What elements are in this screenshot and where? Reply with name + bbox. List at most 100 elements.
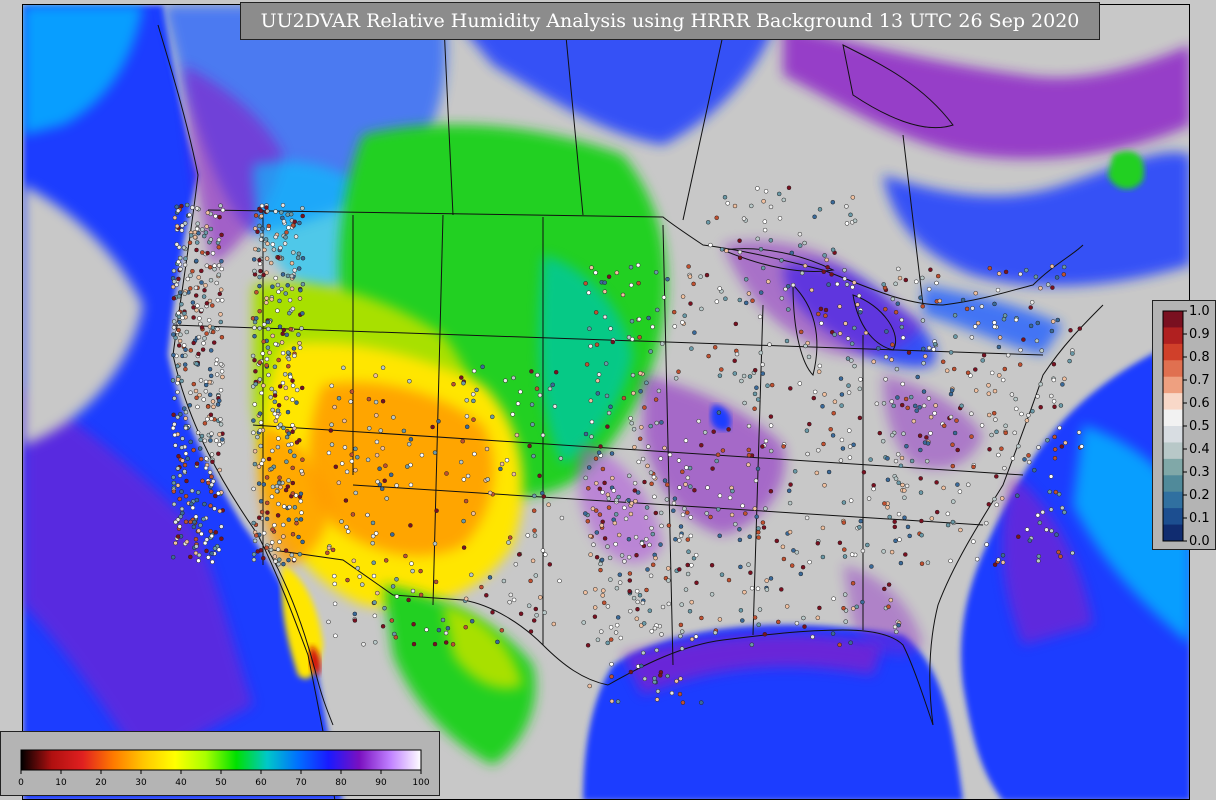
- station-dot: [1036, 554, 1042, 559]
- station-dot: [216, 491, 221, 496]
- station-dot: [648, 470, 654, 475]
- station-dot: [649, 481, 654, 487]
- station-dot: [220, 207, 226, 213]
- station-dot: [594, 342, 600, 347]
- station-dot: [285, 409, 291, 415]
- station-dot: [921, 360, 926, 366]
- station-dot: [178, 266, 183, 272]
- station-dot: [270, 448, 275, 454]
- station-dot: [774, 538, 780, 544]
- station-dot: [919, 518, 924, 524]
- station-dot: [182, 262, 188, 268]
- station-dot: [952, 313, 958, 318]
- station-dot: [627, 571, 633, 576]
- station-dot: [203, 389, 209, 394]
- station-dot: [210, 399, 216, 404]
- station-dot: [799, 270, 805, 276]
- station-dot: [858, 518, 864, 524]
- station-dot: [969, 434, 974, 439]
- station-dot: [1053, 489, 1059, 495]
- error-colorbar-swatch: [1163, 475, 1183, 493]
- station-dot: [299, 510, 304, 515]
- station-dot: [635, 262, 641, 268]
- station-dot: [388, 472, 394, 478]
- station-dot: [1052, 404, 1057, 410]
- station-dot: [275, 308, 280, 313]
- station-dot: [375, 590, 380, 596]
- station-dot: [196, 490, 201, 495]
- station-dot: [259, 203, 265, 209]
- station-dot: [955, 482, 960, 487]
- station-dot: [204, 456, 209, 461]
- station-dot: [526, 603, 532, 608]
- station-dot: [270, 242, 276, 247]
- station-dot: [1058, 554, 1063, 559]
- station-dot: [281, 522, 286, 528]
- station-dot: [794, 620, 800, 626]
- station-dot: [183, 425, 189, 431]
- station-dot: [647, 542, 652, 548]
- station-dot: [847, 455, 853, 460]
- station-dot: [383, 558, 389, 563]
- station-dot: [1077, 326, 1083, 331]
- station-dot: [986, 383, 991, 388]
- station-dot: [757, 314, 763, 320]
- station-dot: [208, 529, 213, 534]
- station-dot: [837, 331, 843, 336]
- station-dot: [754, 514, 759, 519]
- station-dot: [882, 586, 887, 592]
- station-dot: [709, 592, 715, 597]
- station-dot: [300, 213, 305, 219]
- station-dot: [463, 596, 469, 602]
- station-dot: [965, 370, 971, 376]
- station-dot: [174, 242, 180, 247]
- station-dot: [886, 582, 892, 587]
- station-dot: [175, 534, 181, 539]
- station-dot: [1024, 267, 1029, 273]
- station-dot: [821, 441, 826, 447]
- station-dot: [559, 515, 565, 521]
- station-dot: [841, 520, 847, 525]
- station-dot: [890, 342, 895, 347]
- station-dot: [188, 519, 193, 525]
- station-dot: [896, 511, 902, 517]
- station-dot: [182, 469, 187, 474]
- station-dot: [300, 457, 305, 462]
- error-colorbar-swatch: [1163, 426, 1183, 443]
- station-dot: [215, 326, 220, 332]
- station-dot: [532, 528, 537, 533]
- station-dot: [265, 319, 271, 325]
- station-dot: [459, 375, 464, 380]
- station-dot: [266, 456, 272, 462]
- station-dot: [618, 635, 624, 641]
- station-dot: [355, 454, 360, 460]
- station-dot: [688, 484, 693, 489]
- station-dot: [592, 614, 598, 619]
- station-dot: [726, 577, 732, 583]
- station-dot: [896, 480, 901, 486]
- station-dot: [866, 496, 872, 501]
- station-dot: [948, 414, 954, 420]
- station-dot: [257, 428, 263, 433]
- station-dot: [300, 255, 306, 261]
- station-dot: [883, 354, 889, 360]
- station-dot: [797, 381, 803, 386]
- station-dot: [214, 372, 220, 377]
- station-dot: [197, 316, 202, 321]
- station-dot: [665, 482, 670, 487]
- station-dot: [895, 395, 900, 400]
- station-dot: [284, 395, 289, 401]
- station-dot: [762, 632, 768, 637]
- station-dot: [253, 213, 259, 218]
- station-dot: [730, 488, 735, 494]
- station-dot: [547, 386, 553, 392]
- station-dot: [279, 340, 285, 345]
- rh-colorbar-label: 0: [18, 778, 24, 788]
- station-dot: [788, 386, 793, 391]
- station-dot: [252, 538, 258, 544]
- station-dot: [194, 497, 200, 503]
- station-dot: [893, 309, 899, 315]
- station-dot: [896, 622, 901, 628]
- station-dot: [708, 242, 713, 248]
- station-dot: [193, 536, 199, 542]
